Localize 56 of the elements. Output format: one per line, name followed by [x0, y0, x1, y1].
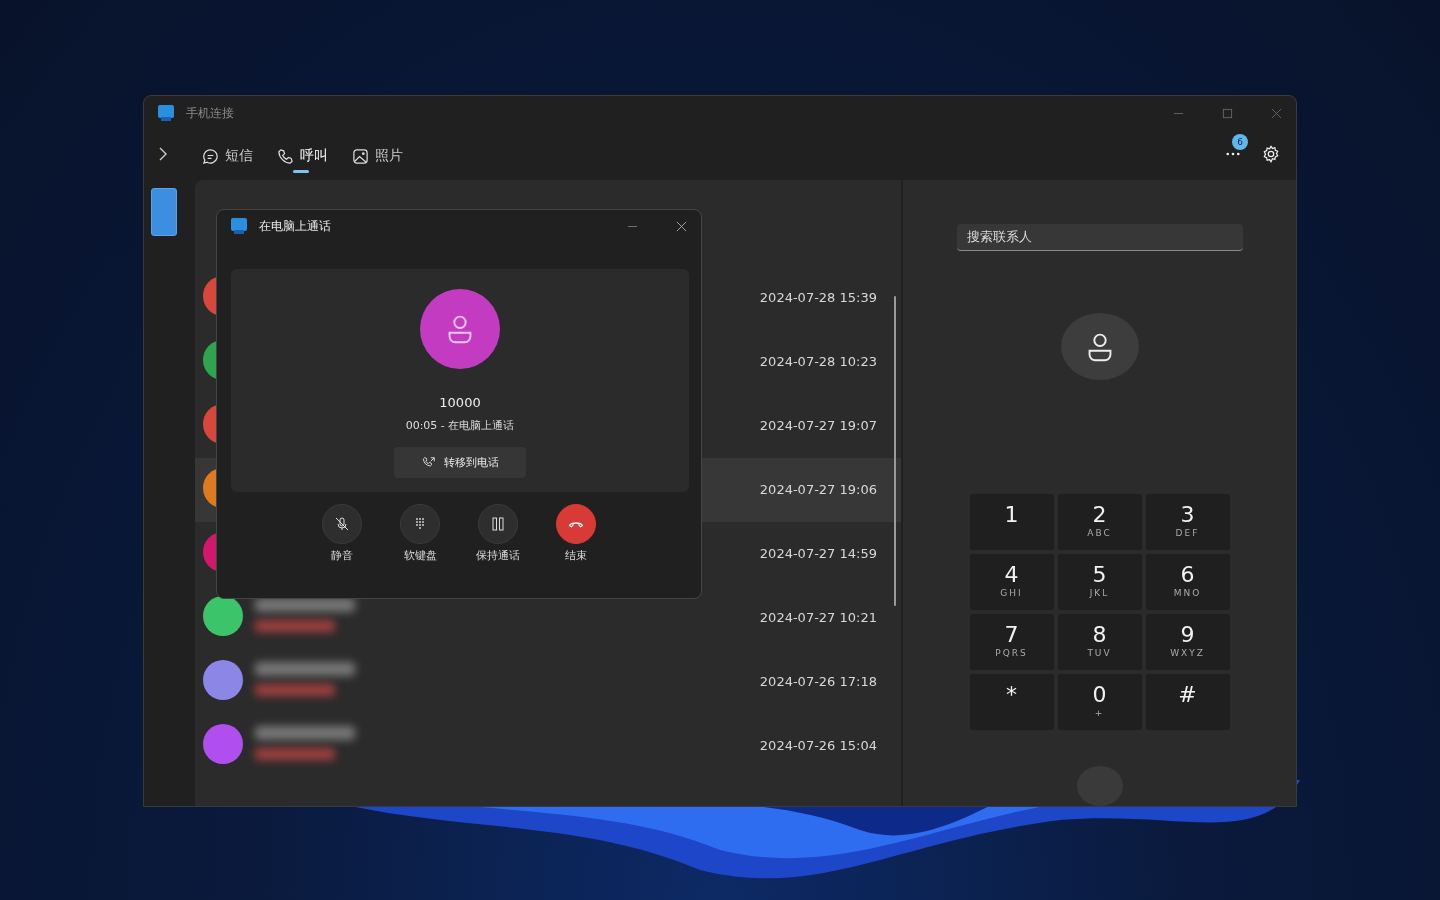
- nav-tab[interactable]: 呼叫: [271, 135, 340, 173]
- action-label: 保持通话: [476, 548, 520, 563]
- call-time: 2024-07-28 15:39: [759, 290, 877, 305]
- hold-button[interactable]: [478, 504, 518, 544]
- call-time: 2024-07-27 19:06: [759, 482, 877, 497]
- keypad-key[interactable]: 9 WXYZ: [1145, 614, 1230, 671]
- image-icon: [352, 147, 369, 165]
- call-time: 2024-07-28 10:23: [759, 354, 877, 369]
- nav-tab[interactable]: 照片: [346, 135, 415, 173]
- more-icon[interactable]: [1226, 152, 1240, 156]
- chat-bubble-icon: [202, 147, 219, 165]
- keypad-key[interactable]: 4 GHI: [969, 554, 1054, 611]
- keypad-key[interactable]: 6 MNO: [1145, 554, 1230, 611]
- keypad-key[interactable]: 1: [969, 494, 1054, 551]
- search-field[interactable]: 搜索联系人: [956, 224, 1243, 251]
- keypad-key[interactable]: 3 DEF: [1145, 494, 1230, 551]
- settings-icon[interactable]: [1262, 145, 1280, 163]
- action-label: 静音: [331, 548, 353, 563]
- pause-icon: [490, 516, 506, 532]
- call-time: 2024-07-26 15:04: [759, 738, 877, 753]
- chevron-right-icon[interactable]: [158, 146, 168, 162]
- call-time: 2024-07-26 17:18: [759, 674, 877, 689]
- call-log-row[interactable]: 2024-07-26 17:18: [195, 650, 901, 714]
- mute-button[interactable]: [322, 504, 362, 544]
- call-log-row[interactable]: 2024-07-26 15:04: [195, 714, 901, 778]
- action-label: 结束: [565, 548, 587, 563]
- keypad-key[interactable]: 8 TUV: [1057, 614, 1142, 671]
- keypad-key[interactable]: #: [1145, 674, 1230, 731]
- app-logo-icon: [229, 216, 249, 236]
- phone-arrow-icon: [421, 455, 436, 470]
- keypad-key[interactable]: *: [969, 674, 1054, 731]
- close-icon[interactable]: [1271, 107, 1282, 119]
- close-icon[interactable]: [676, 220, 687, 232]
- popup-title: 在电脑上通话: [259, 217, 331, 235]
- phone-thumbnail[interactable]: [151, 188, 177, 236]
- transfer-button[interactable]: 转移到电话: [394, 447, 526, 478]
- scrollbar[interactable]: [894, 296, 896, 606]
- keypad-key[interactable]: 2 ABC: [1057, 494, 1142, 551]
- notification-badge: 6: [1232, 134, 1248, 150]
- call-time: 2024-07-27 10:21: [759, 610, 877, 625]
- keypad-button[interactable]: [400, 504, 440, 544]
- phone-icon: [277, 147, 294, 165]
- call-status: 00:05 - 在电脑上通话: [405, 418, 515, 433]
- caller-number: 10000: [439, 395, 481, 410]
- call-time: 2024-07-27 19:07: [759, 418, 877, 433]
- keypad-key[interactable]: 5 JKL: [1057, 554, 1142, 611]
- nav-tab[interactable]: 短信: [196, 135, 265, 173]
- call-time: 2024-07-27 14:59: [759, 546, 877, 561]
- action-label: 软键盘: [403, 548, 437, 563]
- keypad-key[interactable]: 7 PQRS: [969, 614, 1054, 671]
- end-call-button[interactable]: [556, 504, 596, 544]
- maximize-icon[interactable]: [1222, 107, 1233, 119]
- window-title: 手机连接: [186, 104, 234, 122]
- keypad-key[interactable]: 0 +: [1057, 674, 1142, 731]
- microphone-off-icon: [334, 516, 350, 532]
- app-logo-icon: [156, 103, 176, 123]
